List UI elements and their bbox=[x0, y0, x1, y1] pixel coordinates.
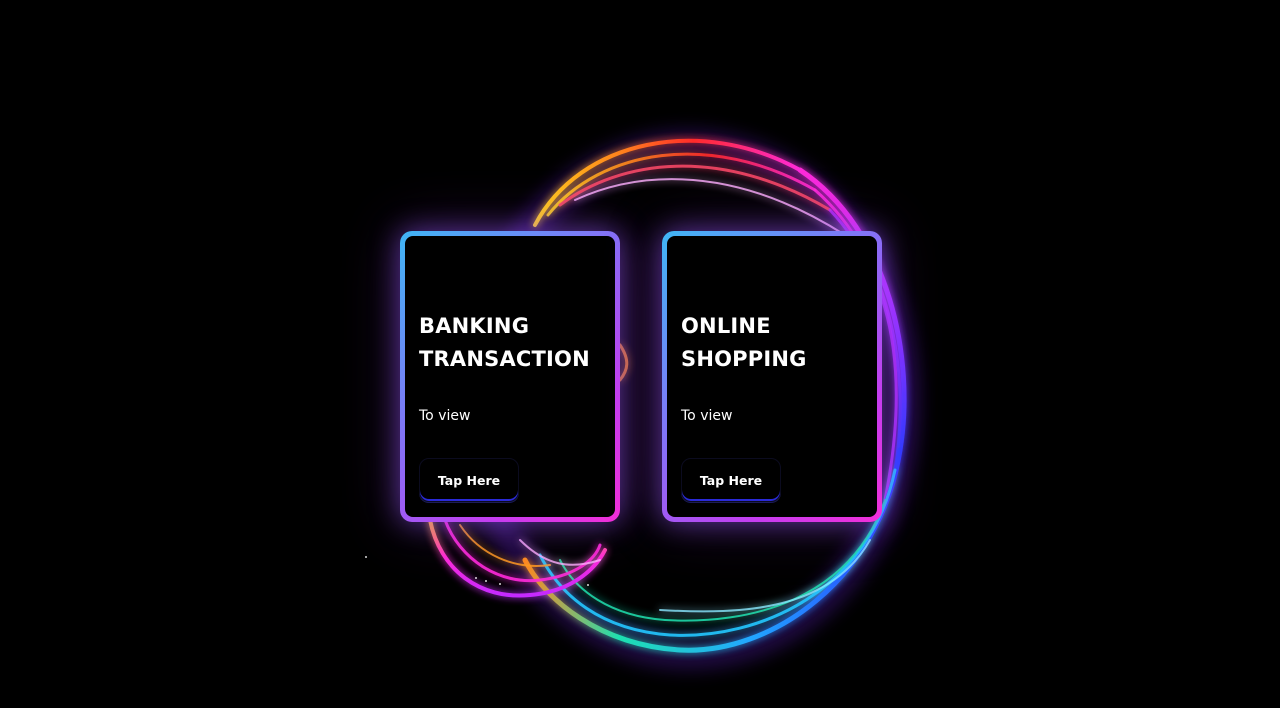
card-body: ONLINE SHOPPING To view Tap Here bbox=[667, 236, 877, 517]
card-title-line2: SHOPPING bbox=[681, 347, 807, 371]
card-title: BANKING TRANSACTION bbox=[419, 310, 590, 376]
card-title-line1: ONLINE bbox=[681, 314, 771, 338]
card-subtitle: To view bbox=[681, 408, 733, 424]
card-title-line2: TRANSACTION bbox=[419, 347, 590, 371]
neon-rings-decoration bbox=[365, 130, 920, 670]
tap-here-button[interactable]: Tap Here bbox=[419, 458, 519, 502]
tap-here-button[interactable]: Tap Here bbox=[681, 458, 781, 502]
card-title: ONLINE SHOPPING bbox=[681, 310, 807, 376]
card-body: BANKING TRANSACTION To view Tap Here bbox=[405, 236, 615, 517]
banking-transaction-card: BANKING TRANSACTION To view Tap Here bbox=[400, 231, 620, 522]
page-background: BANKING TRANSACTION To view Tap Here ONL… bbox=[0, 0, 1280, 708]
card-subtitle: To view bbox=[419, 408, 471, 424]
card-title-line1: BANKING bbox=[419, 314, 530, 338]
online-shopping-card: ONLINE SHOPPING To view Tap Here bbox=[662, 231, 882, 522]
